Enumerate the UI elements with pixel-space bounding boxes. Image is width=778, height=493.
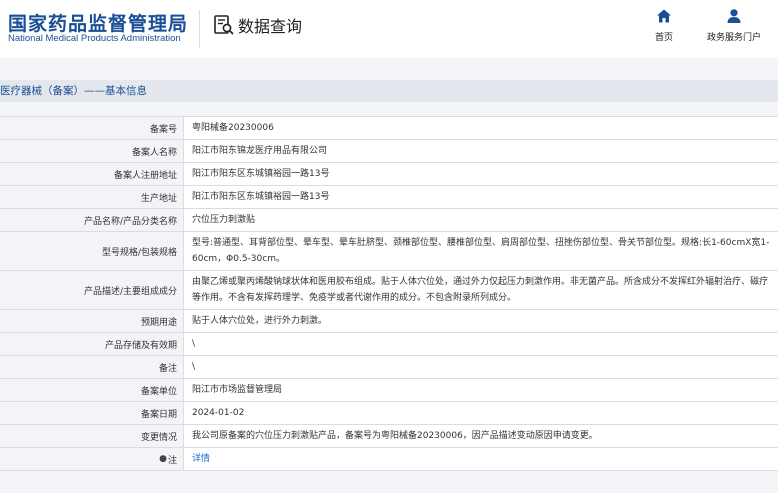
user-icon xyxy=(727,9,741,23)
row-value: 2024-01-02 xyxy=(192,408,245,418)
row-value: 阳江市阳东锦龙医疗用品有限公司 xyxy=(192,146,328,156)
row-label: 备注 xyxy=(0,356,184,378)
table-row: 变更情况 我公司原备案的穴位压力刺激贴产品，备案号为粤阳械备20230006，因… xyxy=(0,425,778,448)
note-label: ● 注 xyxy=(0,448,184,470)
row-value: 我公司原备案的穴位压力刺激贴产品，备案号为粤阳械备20230006，因产品描述变… xyxy=(192,431,598,441)
table-row: ● 注 详情 xyxy=(0,448,778,471)
row-label: 产品描述/主要组成成分 xyxy=(0,271,184,309)
table-row: 产品描述/主要组成成分 由聚乙烯或聚丙烯酸钠球状体和医用胶布组成。贴于人体穴位处… xyxy=(0,271,778,310)
row-value: 阳江市阳东区东城镇裕园一路13号 xyxy=(192,169,330,179)
logo-title-cn[interactable]: 国家药品监督管理局 xyxy=(8,9,188,36)
row-value: 型号:普通型、耳背部位型、晕车型、晕车肚脐型、颈椎部位型、腰椎部位型、肩周部位型… xyxy=(192,238,770,264)
row-label: 生产地址 xyxy=(0,186,184,208)
table-row: 生产地址 阳江市阳东区东城镇裕园一路13号 xyxy=(0,186,778,209)
row-value: 阳江市市场监督管理局 xyxy=(192,385,283,395)
details-link[interactable]: 详情 xyxy=(192,451,210,467)
row-label: 变更情况 xyxy=(0,425,184,447)
header-divider xyxy=(199,10,200,48)
detail-table: 备案号 粤阳械备20230006 备案人名称 阳江市阳东锦龙医疗用品有限公司 备… xyxy=(0,116,778,471)
row-value: 贴于人体穴位处，进行外力刺激。 xyxy=(192,316,328,326)
table-row: 产品存储及有效期 \ xyxy=(0,333,778,356)
table-row: 备案单位 阳江市市场监督管理局 xyxy=(0,379,778,402)
row-value: 穴位压力刺激贴 xyxy=(192,215,256,225)
pin-icon: ● xyxy=(159,454,167,464)
row-value: 粤阳械备20230006 xyxy=(192,123,274,133)
row-label: 产品存储及有效期 xyxy=(0,333,184,355)
breadcrumb: 医疗器械（备案）——基本信息 xyxy=(0,80,778,102)
row-label: 预期用途 xyxy=(0,310,184,332)
site-header: 国家药品监督管理局 National Medical Products Admi… xyxy=(0,0,778,58)
nav-service-portal-label: 政务服务门户 xyxy=(706,33,761,43)
row-label: 备案号 xyxy=(0,117,184,139)
row-label: 产品名称/产品分类名称 xyxy=(0,209,184,231)
nav-home-label: 首页 xyxy=(654,33,673,43)
table-row: 预期用途 贴于人体穴位处，进行外力刺激。 xyxy=(0,310,778,333)
row-value: 由聚乙烯或聚丙烯酸钠球状体和医用胶布组成。贴于人体穴位处，通过外力仅起压力刺激作… xyxy=(192,277,769,303)
data-query-title: 数据查询 xyxy=(213,13,302,37)
nav-service-portal[interactable]: 政务服务门户 xyxy=(703,8,765,43)
row-label: 型号规格/包装规格 xyxy=(0,232,184,270)
row-label: 备案人注册地址 xyxy=(0,163,184,185)
logo-title-en: National Medical Products Administration xyxy=(8,33,181,44)
row-value: 详情 xyxy=(184,448,778,470)
home-icon xyxy=(657,9,671,23)
data-query-label: 数据查询 xyxy=(238,17,303,36)
row-value: \ xyxy=(192,339,196,349)
document-search-icon xyxy=(214,15,234,35)
row-label: 备案单位 xyxy=(0,379,184,401)
row-value: \ xyxy=(192,362,196,372)
row-value: 阳江市阳东区东城镇裕园一路13号 xyxy=(192,192,330,202)
table-row: 产品名称/产品分类名称 穴位压力刺激贴 xyxy=(0,209,778,232)
nav-home[interactable]: 首页 xyxy=(649,8,679,43)
table-row: 备案号 粤阳械备20230006 xyxy=(0,117,778,140)
table-row: 备案人名称 阳江市阳东锦龙医疗用品有限公司 xyxy=(0,140,778,163)
table-row: 型号规格/包装规格 型号:普通型、耳背部位型、晕车型、晕车肚脐型、颈椎部位型、腰… xyxy=(0,232,778,271)
row-label: 备案人名称 xyxy=(0,140,184,162)
row-label: 注 xyxy=(167,455,177,466)
table-row: 备案人注册地址 阳江市阳东区东城镇裕园一路13号 xyxy=(0,163,778,186)
row-label: 备案日期 xyxy=(0,402,184,424)
table-row: 备注 \ xyxy=(0,356,778,379)
table-row: 备案日期 2024-01-02 xyxy=(0,402,778,425)
